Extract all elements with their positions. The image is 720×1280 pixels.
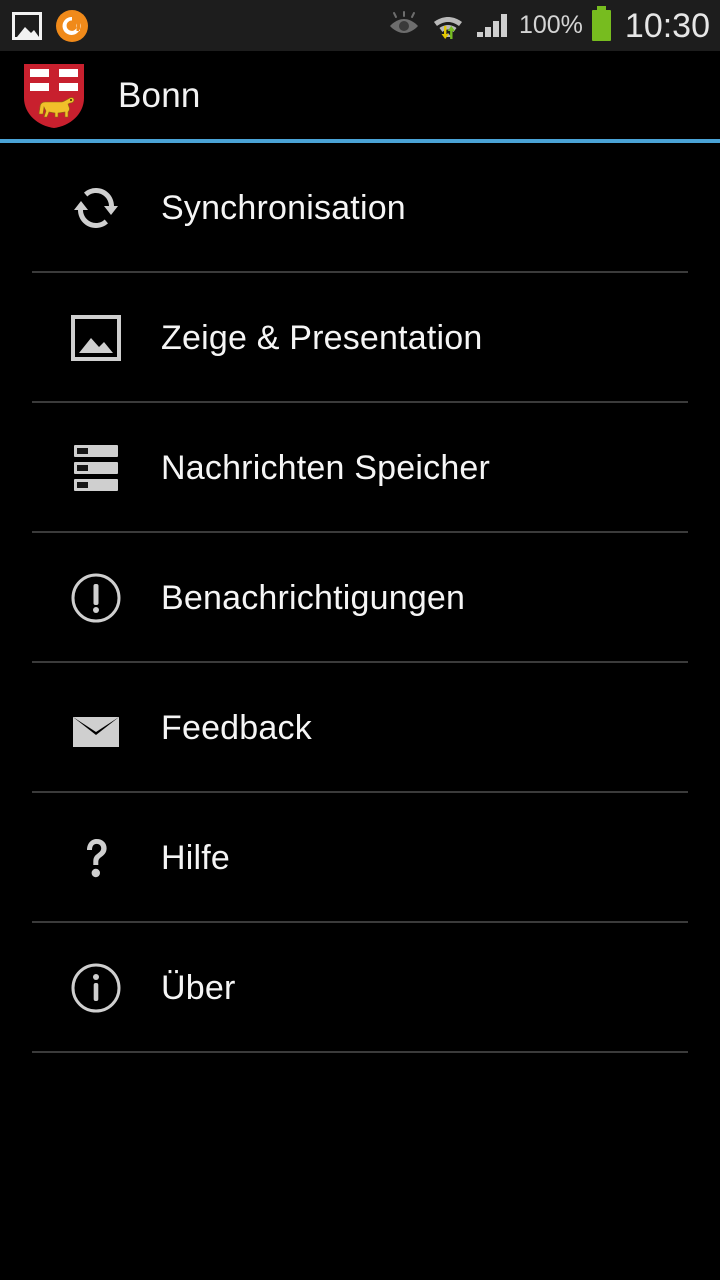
menu-item-label: Über xyxy=(161,969,236,1007)
settings-menu-list: Synchronisation Zeige & Presentation Nac… xyxy=(0,143,720,1053)
app-notification-icon xyxy=(56,9,88,42)
sync-icon xyxy=(64,176,128,240)
menu-item-ueber[interactable]: Über xyxy=(0,923,720,1053)
menu-item-feedback[interactable]: Feedback xyxy=(0,663,720,793)
status-bar-indicators: 100% 10:30 xyxy=(386,6,710,45)
wifi-icon xyxy=(431,11,465,41)
menu-item-label: Nachrichten Speicher xyxy=(161,449,491,487)
battery-percent-label: 100% xyxy=(518,11,583,39)
menu-item-label: Zeige & Presentation xyxy=(161,319,483,357)
photo-notification-icon xyxy=(12,11,42,40)
menu-item-label: Feedback xyxy=(161,709,312,747)
image-icon xyxy=(64,306,128,370)
storage-icon xyxy=(64,436,128,500)
info-circle-icon xyxy=(64,956,128,1020)
action-bar[interactable]: Bonn xyxy=(0,51,720,140)
menu-item-zeige-presentation[interactable]: Zeige & Presentation xyxy=(0,273,720,403)
alert-circle-icon xyxy=(64,566,128,630)
bonn-coat-of-arms-icon xyxy=(24,63,84,128)
app-title: Bonn xyxy=(118,76,201,115)
question-mark-icon xyxy=(64,826,128,890)
menu-item-benachrichtigungen[interactable]: Benachrichtigungen xyxy=(0,533,720,663)
mail-icon xyxy=(64,696,128,760)
status-bar: 100% 10:30 xyxy=(0,0,720,51)
menu-item-nachrichten-speicher[interactable]: Nachrichten Speicher xyxy=(0,403,720,533)
list-divider xyxy=(32,1051,688,1053)
menu-item-label: Synchronisation xyxy=(161,189,406,227)
app-screen: 100% 10:30 Bonn Synchronisation Zeige & … xyxy=(0,0,720,1280)
menu-item-synchronisation[interactable]: Synchronisation xyxy=(0,143,720,273)
status-bar-clock: 10:30 xyxy=(624,6,710,45)
menu-item-label: Hilfe xyxy=(161,839,231,877)
battery-icon xyxy=(591,6,611,41)
smart-stay-eye-icon xyxy=(389,10,418,33)
signal-bars-icon xyxy=(476,13,507,37)
menu-item-label: Benachrichtigungen xyxy=(161,579,466,617)
menu-item-hilfe[interactable]: Hilfe xyxy=(0,793,720,923)
status-bar-notifications xyxy=(12,9,88,42)
